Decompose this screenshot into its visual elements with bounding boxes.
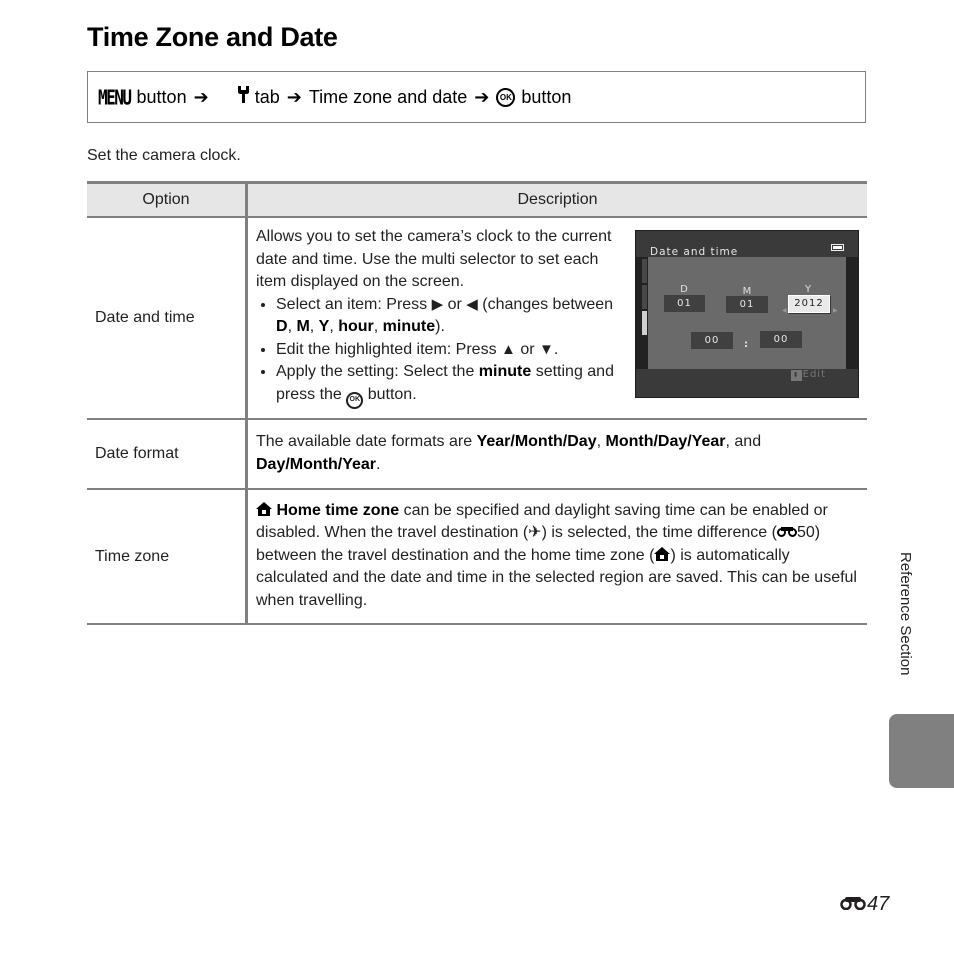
- day-field: 01: [664, 295, 705, 313]
- month-field: 01: [726, 296, 768, 314]
- camera-screen-illustration: Date and time D M Y 01 01 ◀ 2012 ▶ 00: …: [635, 230, 859, 399]
- left-arrow-icon: ◀: [782, 307, 787, 315]
- nav-menu-item: Time zone and date: [308, 86, 468, 107]
- option-description: Home time zone can be specified and dayl…: [246, 489, 867, 625]
- page-number: 47: [840, 893, 889, 916]
- menu-tab-icon: [642, 259, 647, 284]
- up-down-selector-icon: ⬍: [790, 369, 802, 381]
- nav-text-button: button: [136, 86, 187, 107]
- right-arrow-icon: ▶: [833, 307, 838, 315]
- ok-button-icon: OK: [496, 87, 516, 107]
- reference-binoculars-icon: [840, 893, 866, 916]
- wrench-icon: [218, 65, 249, 129]
- year-field: 2012: [788, 295, 830, 314]
- home-icon: [654, 546, 671, 564]
- option-name: Date and time: [87, 217, 248, 420]
- down-triangle-icon: ▼: [539, 340, 554, 358]
- description-intro: Allows you to set the camera’s clock to …: [256, 228, 612, 291]
- ok-button-icon: OK: [346, 391, 364, 409]
- edit-hint: ⬍ Edit: [790, 364, 826, 387]
- airplane-icon: ✈: [528, 524, 542, 542]
- bullet-item: Apply the setting: Select the minute set…: [276, 361, 616, 409]
- header-option: Option: [87, 181, 248, 218]
- table-header-row: Option Description: [87, 181, 867, 218]
- section-label: Reference Section: [897, 552, 914, 676]
- options-table: Option Description Date and time Allows …: [87, 181, 867, 625]
- hour-field: 00: [691, 332, 733, 350]
- arrow-right-icon: ➔: [193, 86, 209, 107]
- minute-field: 00: [760, 331, 802, 349]
- option-name: Date format: [87, 419, 248, 490]
- menu-navigation-path: MENU button ➔ tab ➔ Time zone and date ➔…: [87, 71, 866, 123]
- home-icon: [256, 501, 272, 519]
- option-name: Time zone: [87, 489, 248, 625]
- menu-tab-active-icon: [642, 311, 647, 336]
- menu-button-icon: MENU: [98, 85, 132, 109]
- header-description: Description: [246, 181, 867, 218]
- table-row: Date format The available date formats a…: [87, 419, 867, 490]
- time-separator: :: [744, 339, 748, 351]
- up-triangle-icon: ▲: [501, 340, 516, 358]
- reference-binoculars-icon: [776, 524, 797, 541]
- bullet-item: Edit the highlighted item: Press ▲ or ▼.: [276, 339, 616, 362]
- nav-text-tab: tab: [254, 86, 280, 107]
- arrow-right-icon: ➔: [474, 86, 490, 107]
- left-triangle-icon: ◀: [466, 295, 478, 313]
- intro-text: Set the camera clock.: [87, 147, 241, 164]
- page-title: Time Zone and Date: [87, 22, 338, 52]
- bullet-item: Select an item: Press ▶ or ◀ (changes be…: [276, 294, 616, 339]
- menu-tab-icon: [642, 285, 647, 310]
- right-triangle-icon: ▶: [431, 295, 444, 313]
- section-tab: [889, 714, 954, 788]
- battery-icon: [831, 244, 844, 252]
- table-row: Date and time Allows you to set the came…: [87, 217, 867, 420]
- nav-text-button: button: [521, 86, 572, 107]
- table-row: Time zone Home time zone can be specifie…: [87, 489, 867, 625]
- arrow-right-icon: ➔: [286, 86, 302, 107]
- option-description: The available date formats are Year/Mont…: [246, 419, 867, 490]
- option-description: Allows you to set the camera’s clock to …: [246, 217, 867, 420]
